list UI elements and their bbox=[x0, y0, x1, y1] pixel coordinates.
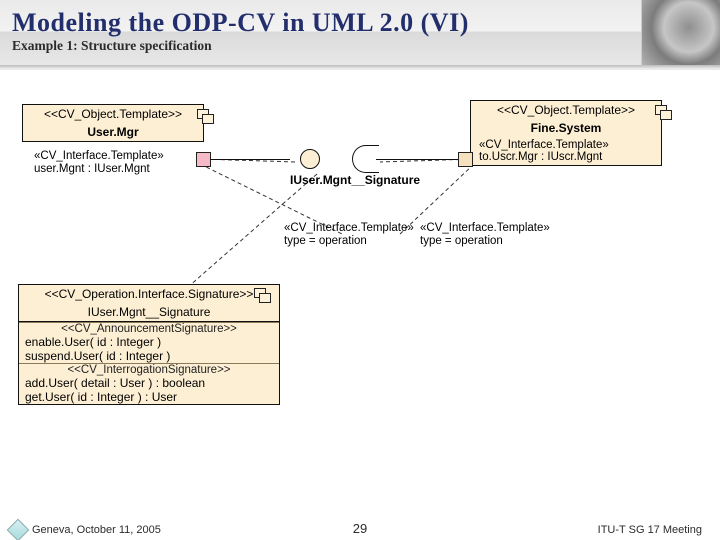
lollipop-ball-icon bbox=[300, 149, 320, 169]
corner-graphic bbox=[641, 0, 720, 68]
usermgr-stereo: <<CV_Object.Template>> bbox=[23, 105, 203, 123]
usermgr-classifier: <<CV_Object.Template>> User.Mgr bbox=[22, 104, 204, 142]
left-note-body: type = operation bbox=[284, 235, 414, 248]
sig-op2: suspend.User( id : Integer ) bbox=[19, 349, 279, 363]
sig-ann1: <<CV_AnnouncementSignature>> bbox=[19, 322, 279, 335]
lollipop-stick-left bbox=[210, 159, 290, 160]
usermgr-port bbox=[196, 152, 211, 167]
sig-op3: add.User( detail : User ) : boolean bbox=[19, 376, 279, 390]
finesys-stereo: <<CV_Object.Template>> bbox=[471, 101, 661, 119]
right-note-body: type = operation bbox=[420, 235, 550, 248]
slide-header: Modeling the ODP-CV in UML 2.0 (VI) Exam… bbox=[0, 0, 720, 68]
finesys-name: Fine.System bbox=[471, 119, 661, 137]
left-iface-note: «CV_Interface.Template» type = operation bbox=[284, 222, 414, 248]
finesys-port bbox=[458, 152, 473, 167]
finesys-classifier: <<CV_Object.Template>> Fine.System «CV_I… bbox=[470, 100, 662, 166]
footer-right: ITU-T SG 17 Meeting bbox=[598, 524, 702, 536]
header-divider bbox=[0, 65, 720, 68]
slide-footer: Geneva, October 11, 2005 29 ITU-T SG 17 … bbox=[0, 518, 720, 540]
usermgr-iface: user.Mgnt : IUser.Mgnt bbox=[34, 163, 164, 176]
right-note-stereo: «CV_Interface.Template» bbox=[420, 222, 550, 235]
right-iface-note: «CV_Interface.Template» type = operation bbox=[420, 222, 550, 248]
left-note-stereo: «CV_Interface.Template» bbox=[284, 222, 414, 235]
finesys-iface: to.Uscr.Mgr : IUscr.Mgnt bbox=[479, 151, 602, 163]
slide-subtitle: Example 1: Structure specification bbox=[12, 38, 640, 54]
diagram-canvas: <<CV_Object.Template>> User.Mgr «CV_Inte… bbox=[0, 74, 720, 514]
lollipop-stick-right bbox=[376, 159, 458, 160]
lollipop-label: IUser.Mgnt__Signature bbox=[290, 173, 420, 187]
usermgr-iface-stereo: «CV_Interface.Template» bbox=[34, 150, 164, 163]
finesys-iface-stereo: «CV_Interface.Template» bbox=[479, 139, 609, 151]
usermgr-iface-label: «CV_Interface.Template» user.Mgnt : IUse… bbox=[34, 150, 164, 176]
sig-op1: enable.User( id : Integer ) bbox=[19, 335, 279, 349]
sig-title-stereo: <<CV_Operation.Interface.Signature>> bbox=[19, 285, 279, 303]
signature-classifier: <<CV_Operation.Interface.Signature>> IUs… bbox=[18, 284, 280, 405]
sig-op4: get.User( id : Integer ) : User bbox=[19, 390, 279, 404]
sig-ann2: <<CV_InterrogationSignature>> bbox=[19, 363, 279, 376]
lollipop-socket-icon bbox=[352, 145, 379, 173]
sig-title-name: IUser.Mgnt__Signature bbox=[19, 303, 279, 321]
usermgr-name: User.Mgr bbox=[23, 123, 203, 141]
